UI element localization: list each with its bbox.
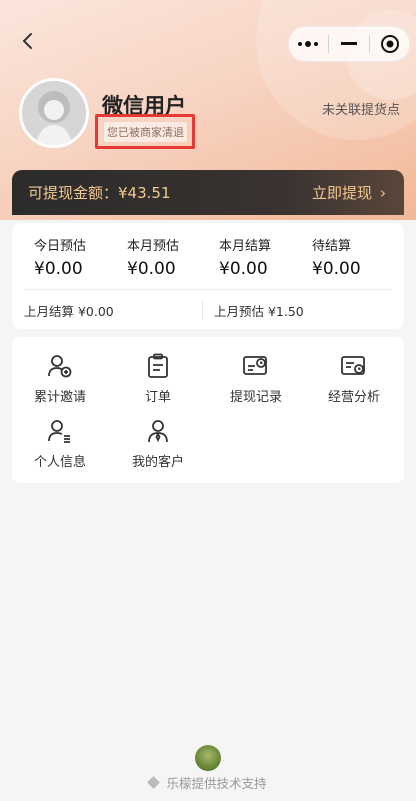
function-menu-card: 累计邀请 订单 提现记录 经营分析 个人信息 我的客户 — [12, 337, 404, 483]
menu-label: 提现记录 — [229, 390, 282, 405]
stat-value: ¥0.00 — [34, 259, 83, 279]
target-close-icon — [381, 35, 400, 53]
footer-credit: 乐檬提供技术支持 — [0, 773, 416, 792]
customers-icon — [148, 420, 168, 443]
analysis-icon — [341, 356, 365, 375]
stat-label: 今日预估 — [34, 239, 87, 254]
minimize-button[interactable] — [332, 27, 366, 61]
menu-item-customers[interactable]: 我的客户 — [110, 417, 206, 470]
withdraw-record-icon — [243, 356, 267, 375]
menu-label: 个人信息 — [33, 455, 86, 470]
menu-label: 订单 — [144, 390, 171, 405]
stat-month-estimate: 本月预估 ¥0.00 — [127, 235, 217, 279]
menu-item-invites[interactable]: 累计邀请 — [12, 352, 108, 405]
withdraw-bar: 可提现金额：¥43.51 立即提现 › — [12, 170, 404, 215]
invite-icon — [48, 355, 72, 378]
stat-label: 待结算 — [312, 239, 352, 254]
last-month-settled: 上月结算 ¥0.00 — [24, 304, 114, 319]
divider — [24, 289, 392, 290]
provider-logo — [195, 745, 221, 771]
capsule-separator — [369, 35, 371, 53]
menu-label: 经营分析 — [327, 390, 380, 405]
menu-item-analysis[interactable]: 经营分析 — [306, 352, 402, 405]
divider — [202, 301, 203, 319]
stat-value: ¥0.00 — [312, 259, 361, 279]
status-highlight-box: 您已被商家清退 — [95, 114, 195, 149]
stat-pending-settlement: 待结算 ¥0.00 — [312, 235, 402, 279]
default-avatar-icon — [22, 81, 86, 145]
chevron-left-icon — [22, 33, 32, 49]
stat-today-estimate: 今日预估 ¥0.00 — [34, 235, 124, 279]
menu-label: 累计邀请 — [33, 390, 86, 405]
last-month-estimate: 上月预估 ¥1.50 — [214, 304, 304, 319]
chevron-right-icon: › — [380, 183, 386, 202]
capsule-separator — [327, 35, 329, 53]
page: 微信用户 您已被商家清退 未关联提货点 可提现金额：¥43.51 立即提现 › … — [0, 0, 416, 801]
menu-item-profile[interactable]: 个人信息 — [12, 417, 108, 470]
close-button[interactable] — [373, 27, 407, 61]
diamond-icon — [147, 776, 161, 789]
more-button[interactable] — [291, 27, 325, 61]
profile-icon — [48, 420, 70, 443]
menu-item-withdraw-records[interactable]: 提现记录 — [208, 352, 304, 405]
stat-value: ¥0.00 — [127, 259, 176, 279]
stat-label: 本月结算 — [219, 239, 272, 254]
link-pickup-point[interactable]: 未关联提货点 — [322, 99, 400, 118]
menu-item-orders[interactable]: 订单 — [110, 352, 206, 405]
more-dots-icon — [297, 41, 318, 47]
status-tag: 您已被商家清退 — [104, 121, 187, 142]
withdraw-now-button[interactable]: 立即提现 › — [312, 182, 386, 203]
menu-label: 我的客户 — [131, 455, 184, 470]
withdrawable-amount: 可提现金额：¥43.51 — [28, 184, 171, 202]
footer-text: 乐檬提供技术支持 — [166, 776, 267, 791]
stat-month-settled: 本月结算 ¥0.00 — [219, 235, 309, 279]
order-icon — [148, 353, 168, 378]
stat-value: ¥0.00 — [219, 259, 268, 279]
back-button[interactable] — [16, 27, 40, 55]
withdraw-now-label: 立即提现 — [311, 184, 372, 202]
stat-label: 本月预估 — [127, 239, 180, 254]
avatar[interactable] — [19, 78, 89, 148]
minus-icon — [340, 42, 357, 45]
mini-program-capsule — [288, 26, 410, 62]
earnings-stats-card: 今日预估 ¥0.00 本月预估 ¥0.00 本月结算 ¥0.00 待结算 ¥0.… — [12, 223, 404, 329]
